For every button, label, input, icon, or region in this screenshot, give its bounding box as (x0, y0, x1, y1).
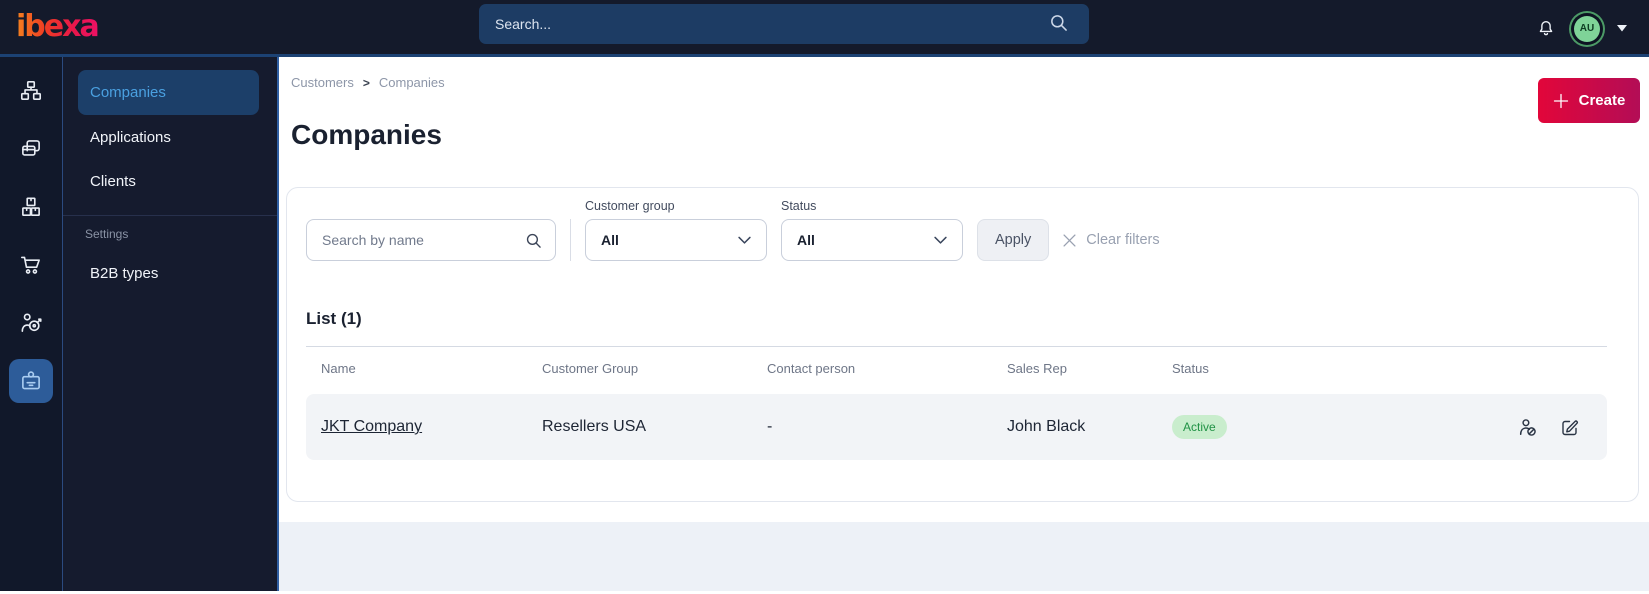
cart-icon[interactable] (9, 243, 53, 287)
sidebar-item-label: Applications (90, 128, 171, 146)
page-title: Companies (291, 119, 442, 150)
create-button[interactable]: Create (1538, 78, 1640, 123)
status-filter: Status All (781, 199, 963, 261)
column-header-status: Status (1172, 361, 1209, 376)
company-name-link[interactable]: JKT Company (321, 418, 422, 436)
nav-section-settings: Settings (63, 216, 277, 252)
cell-customer-group: Resellers USA (542, 418, 647, 435)
search-icon[interactable] (525, 232, 542, 249)
bell-icon[interactable] (1535, 18, 1557, 40)
customer-group-value: All (601, 232, 619, 248)
sidebar-nav: Companies Applications Clients Settings … (63, 57, 279, 591)
table-header-row: Name Customer Group Contact person Sales… (306, 347, 1607, 394)
edit-icon[interactable] (1560, 417, 1580, 438)
customer-group-filter: Customer group All (585, 199, 767, 261)
main-content: Customers > Companies Create Companies S… (279, 57, 1649, 591)
chevron-down-icon (738, 236, 751, 245)
create-button-label: Create (1578, 92, 1626, 109)
column-header-sales-rep: Sales Rep (1007, 361, 1067, 376)
sidebar-item-label: Companies (90, 84, 166, 101)
breadcrumb: Customers > Companies (279, 57, 1649, 90)
app-body: Companies Applications Clients Settings … (0, 57, 1649, 591)
name-search-wrap (306, 219, 556, 261)
org-chart-icon[interactable] (9, 69, 53, 113)
status-badge: Active (1172, 415, 1227, 439)
avatar[interactable]: AU (1574, 15, 1600, 42)
filter-bar: Customer group All Status All (306, 199, 1607, 261)
caret-down-icon[interactable] (1617, 25, 1627, 32)
marketing-target-icon[interactable] (9, 301, 53, 345)
row-actions (1482, 417, 1592, 438)
list-title: List (1) (306, 309, 362, 328)
breadcrumb-separator: > (362, 75, 370, 90)
status-select[interactable]: All (781, 219, 963, 261)
status-value: All (797, 232, 815, 248)
sidebar-item-companies[interactable]: Companies (78, 70, 259, 115)
nav-section-label: Settings (85, 227, 129, 241)
cell-contact-person: - (767, 418, 773, 435)
breadcrumb-customers[interactable]: Customers (291, 75, 354, 90)
sidebar-item-clients[interactable]: Clients (63, 159, 277, 203)
column-header-name: Name (321, 361, 356, 376)
icon-rail (0, 57, 63, 591)
chevron-down-icon (934, 236, 947, 245)
impersonate-user-icon[interactable] (1517, 417, 1538, 438)
products-boxes-icon[interactable] (9, 185, 53, 229)
sidebar-item-b2b-types[interactable]: B2B types (63, 252, 277, 294)
clear-filters-button[interactable]: Clear filters (1063, 219, 1160, 261)
sidebar-item-label: Clients (90, 172, 136, 190)
topbar-right-controls: AU (1535, 0, 1627, 57)
pages-icon[interactable] (9, 127, 53, 171)
plus-icon (1553, 93, 1568, 108)
page-footer-background (279, 522, 1649, 591)
table-row[interactable]: JKT Company Resellers USA - John Black A… (306, 394, 1607, 460)
apply-button[interactable]: Apply (977, 219, 1050, 261)
column-header-contact-person: Contact person (767, 361, 856, 376)
status-label: Status (781, 199, 817, 213)
ibexa-logo[interactable]: ibexa (16, 12, 100, 42)
avatar-initials: AU (1579, 23, 1595, 34)
close-icon (1063, 233, 1076, 247)
search-by-name-input[interactable] (306, 219, 556, 261)
global-search-input[interactable] (479, 4, 1089, 44)
cell-sales-rep: John Black (1007, 418, 1086, 435)
search-icon[interactable] (1049, 13, 1068, 32)
company-badge-icon[interactable] (9, 359, 53, 403)
sidebar-item-label: B2B types (90, 264, 159, 282)
column-header-customer-group: Customer Group (542, 361, 639, 376)
customer-group-label: Customer group (585, 199, 675, 213)
filter-divider (570, 219, 571, 261)
customer-group-select[interactable]: All (585, 219, 767, 261)
breadcrumb-companies[interactable]: Companies (379, 75, 445, 90)
companies-card: Customer group All Status All (286, 187, 1639, 502)
clear-filters-label: Clear filters (1086, 232, 1160, 248)
top-bar: ibexa AU (0, 0, 1649, 57)
sidebar-item-applications[interactable]: Applications (63, 115, 277, 159)
